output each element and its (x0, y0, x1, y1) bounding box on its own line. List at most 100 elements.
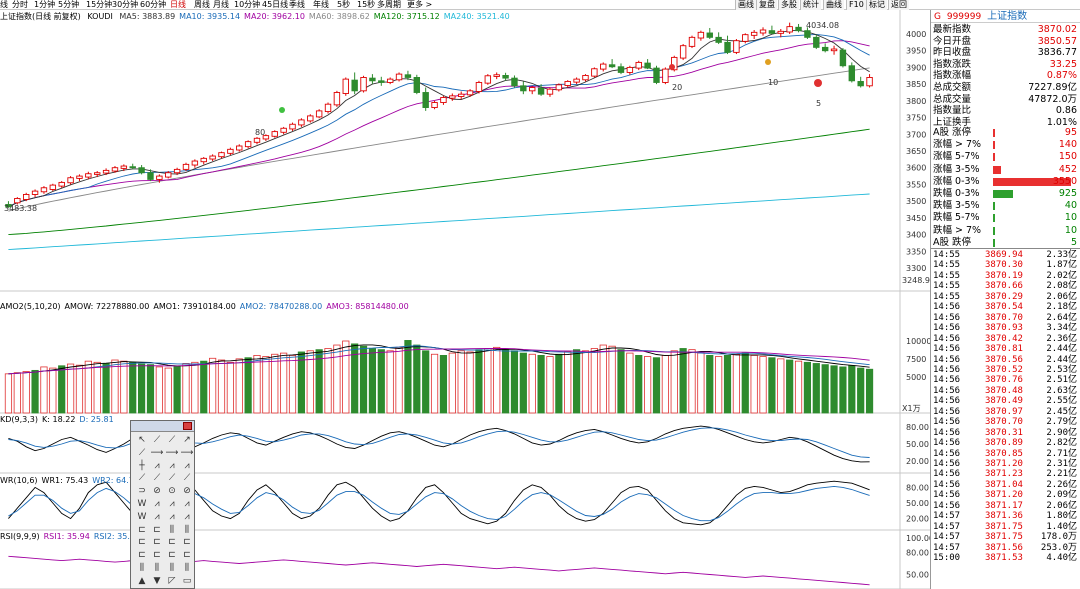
drawing-tool-icon[interactable]: ⟶ (180, 447, 194, 460)
tick-row[interactable]: 14:55 3870.66 2.08亿 (933, 281, 1079, 291)
tick-row[interactable]: 14:56 3870.48 2.63亿 (933, 386, 1079, 396)
drawing-tool-icon[interactable]: ⩘ (165, 498, 179, 511)
period-tab[interactable]: 60分钟 (140, 0, 166, 10)
drawing-tool-icon[interactable]: ⟋ (135, 472, 149, 485)
drawing-tool-icon[interactable]: ⊏ (150, 549, 164, 562)
period-tab[interactable]: 30分钟 (112, 0, 138, 10)
tick-row[interactable]: 14:56 3870.49 2.55亿 (933, 396, 1079, 406)
drawing-tool-icon[interactable]: ⟋ (150, 434, 164, 447)
tick-row[interactable]: 14:55 3870.29 2.06亿 (933, 292, 1079, 302)
tick-row[interactable]: 14:57 3871.36 1.80亿 (933, 511, 1079, 521)
drawing-tool-icon[interactable]: ⊏ (165, 536, 179, 549)
drawing-tool-icon[interactable]: ⊏ (180, 549, 194, 562)
palette-titlebar[interactable] (131, 421, 194, 432)
drawing-tool-icon[interactable]: ⟋ (150, 472, 164, 485)
drawing-tool-icon[interactable]: ⊏ (150, 524, 164, 537)
tick-row[interactable]: 15:00 3871.53 4.40亿 (933, 553, 1079, 563)
toolbar-button[interactable]: 画线 (735, 0, 756, 10)
drawing-tool-icon[interactable]: ┼ (135, 460, 149, 473)
tick-row[interactable]: 14:57 3871.75 1.40亿 (933, 522, 1079, 532)
period-tab[interactable]: 5分钟 (58, 0, 79, 10)
drawing-tool-icon[interactable]: ⊏ (135, 536, 149, 549)
tick-row[interactable]: 14:56 3870.81 2.44亿 (933, 344, 1079, 354)
tick-row[interactable]: 14:56 3870.70 2.64亿 (933, 313, 1079, 323)
tick-row[interactable]: 14:56 3871.20 2.09亿 (933, 490, 1079, 500)
tick-row[interactable]: 14:56 3870.93 3.34亿 (933, 323, 1079, 333)
tick-row[interactable]: 14:56 3870.76 2.51亿 (933, 375, 1079, 385)
drawing-tool-icon[interactable]: ↗ (180, 434, 194, 447)
drawing-tool-icon[interactable]: ⟋ (180, 472, 194, 485)
tick-row[interactable]: 14:56 3871.20 2.31亿 (933, 459, 1079, 469)
tick-row[interactable]: 14:57 3871.75 178.0万 (933, 532, 1079, 542)
tick-row[interactable]: 14:55 3870.19 2.02亿 (933, 271, 1079, 281)
period-tab[interactable]: 5秒 (337, 0, 350, 10)
drawing-tool-icon[interactable]: ⫼ (165, 562, 179, 575)
period-tab[interactable]: 1分钟 (34, 0, 55, 10)
toolbar-button[interactable]: 返回 (888, 0, 909, 10)
drawing-tool-icon[interactable]: ⊘ (150, 485, 164, 498)
drawing-tool-icon[interactable]: ⟶ (150, 447, 164, 460)
period-tab[interactable]: 季线 (289, 0, 305, 10)
drawing-tool-icon[interactable]: ⫼ (150, 562, 164, 575)
period-tab[interactable]: 15分钟 (86, 0, 112, 10)
drawing-tool-icon[interactable]: ⫼ (180, 562, 194, 575)
drawing-tool-icon[interactable]: ⊏ (135, 549, 149, 562)
tick-row[interactable]: 14:56 3870.70 2.79亿 (933, 417, 1079, 427)
period-tab[interactable]: 年线 (313, 0, 329, 10)
drawing-tool-icon[interactable]: ⩘ (150, 511, 164, 524)
period-tab[interactable]: 日线 (170, 0, 186, 10)
tick-row[interactable]: 14:56 3870.56 2.44亿 (933, 355, 1079, 365)
toolbar-button[interactable]: 复盘 (756, 0, 777, 10)
drawing-tool-icon[interactable]: ▼ (150, 575, 164, 588)
tick-row[interactable]: 14:56 3871.04 2.26亿 (933, 480, 1079, 490)
tick-row[interactable]: 14:55 3870.30 1.87亿 (933, 260, 1079, 270)
period-tab[interactable]: 线 (0, 0, 8, 10)
drawing-tool-icon[interactable]: ⫼ (165, 524, 179, 537)
drawing-tool-icon[interactable]: ⫼ (135, 562, 149, 575)
drawing-tool-icon[interactable]: ⩘ (180, 511, 194, 524)
period-tab[interactable]: 10分钟 (234, 0, 260, 10)
tick-row[interactable]: 14:56 3870.89 2.82亿 (933, 438, 1079, 448)
drawing-tool-icon[interactable]: ⩘ (150, 498, 164, 511)
tick-row[interactable]: 14:56 3871.23 2.21亿 (933, 469, 1079, 479)
drawing-tool-icon[interactable]: ⩘ (165, 460, 179, 473)
period-tab[interactable]: 多周期 (377, 0, 401, 10)
drawing-tool-icon[interactable]: ◸ (165, 575, 179, 588)
tick-row[interactable]: 14:56 3870.31 2.90亿 (933, 428, 1079, 438)
drawing-tool-icon[interactable]: W (135, 511, 149, 524)
drawing-tool-icon[interactable]: ⟋ (135, 447, 149, 460)
drawing-tool-icon[interactable]: ⟋ (165, 434, 179, 447)
period-tab[interactable]: 月线 (213, 0, 229, 10)
drawing-tool-icon[interactable]: ⟶ (165, 447, 179, 460)
period-tab[interactable]: 45日线 (262, 0, 288, 10)
drawing-tool-icon[interactable]: ↖ (135, 434, 149, 447)
drawing-tool-icon[interactable]: ⊃ (135, 485, 149, 498)
drawing-tool-icon[interactable]: ⩘ (180, 498, 194, 511)
tick-row[interactable]: 14:56 3870.54 2.18亿 (933, 302, 1079, 312)
drawing-tool-icon[interactable]: ⊏ (180, 536, 194, 549)
drawing-tool-icon[interactable]: ▲ (135, 575, 149, 588)
drawing-tool-icon[interactable]: ⊏ (165, 549, 179, 562)
drawing-tool-icon[interactable]: ▭ (180, 575, 194, 588)
tick-row[interactable]: 14:55 3869.94 2.33亿 (933, 250, 1079, 260)
drawing-tool-icon[interactable]: ⩘ (165, 511, 179, 524)
period-tab[interactable]: 更多 > (407, 0, 432, 10)
drawing-tool-icon[interactable]: ⟋ (165, 472, 179, 485)
drawing-tool-icon[interactable]: W (135, 498, 149, 511)
drawing-tool-icon[interactable]: ⊘ (180, 485, 194, 498)
toolbar-button[interactable]: F10 (846, 0, 866, 10)
period-tab[interactable]: 15秒 (357, 0, 375, 10)
drawing-tool-icon[interactable]: ⩘ (180, 460, 194, 473)
drawing-tool-icon[interactable]: ⫼ (180, 524, 194, 537)
period-tab[interactable]: 周线 (194, 0, 210, 10)
drawing-tool-icon[interactable]: ⊏ (135, 524, 149, 537)
drawing-tools-palette[interactable]: ↖ ⟋ ⟋ ↗ ⟋ ⟶ ⟶ ⟶ ┼ ⩘ ⩘ ⩘ ⟋ ⟋ ⟋ ⟋ ⊃ ⊘ ⊙ ⊘ W ⩘ ⩘ ⩘ W ⩘ ⩘ ⩘ ⊏ ⊏ ⫼ ⫼ ⊏ ⊏ ⊏ ⊏ ⊏ ⊏ ⊏ ⊏… (130, 420, 195, 589)
toolbar-button[interactable]: 统计 (800, 0, 821, 10)
tick-row[interactable]: 14:56 3871.17 2.06亿 (933, 501, 1079, 511)
tick-row[interactable]: 14:56 3870.42 2.36亿 (933, 334, 1079, 344)
drawing-tool-icon[interactable]: ⩘ (150, 460, 164, 473)
palette-close-button[interactable] (183, 422, 192, 430)
toolbar-button[interactable]: 曲线 (823, 0, 844, 10)
drawing-tool-icon[interactable]: ⊏ (150, 536, 164, 549)
period-tab[interactable]: 分时 (12, 0, 28, 10)
